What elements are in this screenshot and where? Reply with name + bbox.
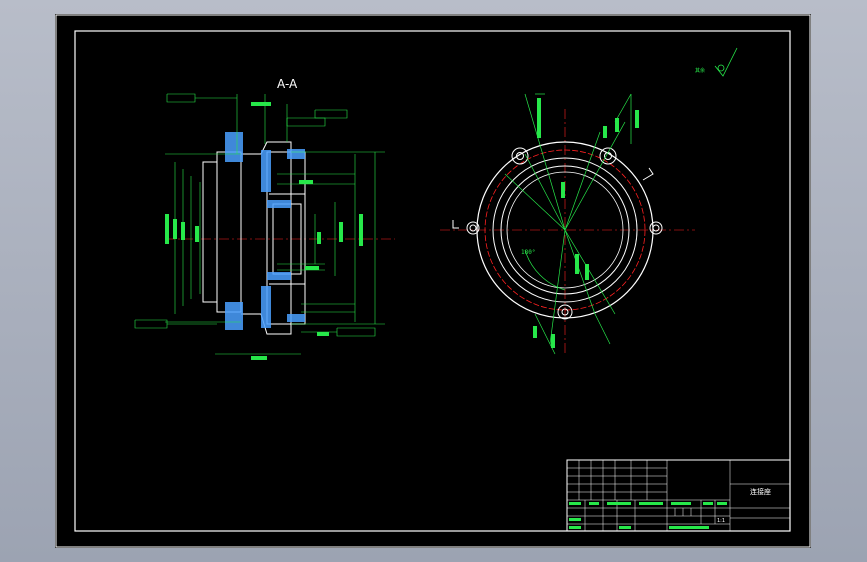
title-block-text-marks — [569, 502, 727, 529]
scale-value: 1:1 — [717, 518, 725, 524]
section-view[interactable]: A-A — [134, 77, 395, 360]
roughness-note: 其余 — [695, 67, 705, 74]
drawing-canvas: A-A 180° 其余 连接座 1:1 — [55, 14, 811, 548]
drawing-sheet[interactable]: A-A 180° 其余 连接座 1:1 — [55, 14, 811, 548]
roughness-symbol: 其余 — [695, 47, 738, 77]
cad-viewport[interactable]: A-A 180° 其余 连接座 1:1 — [0, 0, 867, 562]
part-name: 连接座 — [750, 487, 771, 496]
hatch-areas — [225, 132, 305, 330]
title-block[interactable]: 连接座 1:1 — [566, 459, 791, 532]
section-label: A-A — [277, 77, 298, 91]
front-view[interactable]: 180° 其余 — [440, 47, 738, 355]
part-outline — [202, 141, 306, 335]
front-dimension-text-marks — [533, 98, 639, 348]
drawing-frame — [74, 30, 791, 532]
sheet-border — [55, 14, 811, 548]
dimension-lines — [134, 93, 385, 355]
radial-dimensions — [504, 93, 632, 355]
angle-label: 180° — [521, 249, 535, 256]
